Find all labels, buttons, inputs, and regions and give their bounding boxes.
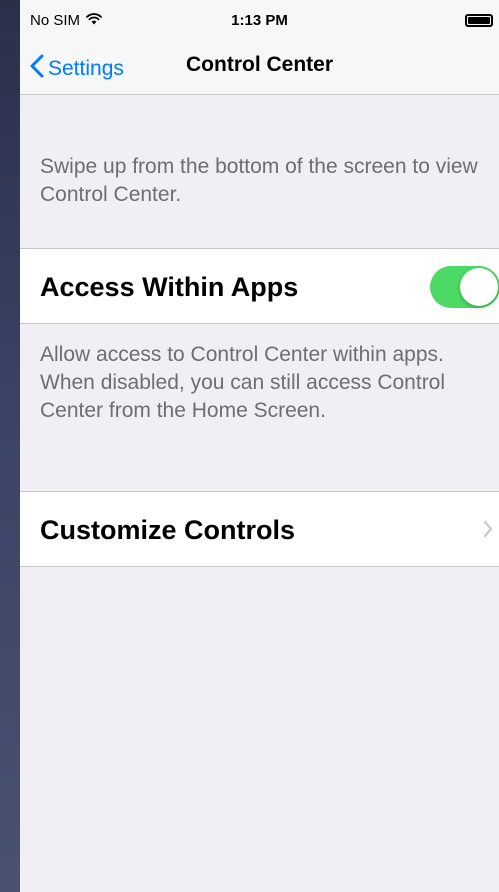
navigation-bar: Settings Control Center — [20, 44, 499, 95]
battery-icon — [465, 14, 493, 27]
customize-controls-label: Customize Controls — [40, 515, 296, 545]
page-title: Control Center — [186, 53, 333, 76]
customize-controls-cell[interactable]: Customize Controls — [20, 491, 499, 567]
status-bar: No SIM 1:13 PM — [20, 0, 499, 44]
access-description: Allow access to Control Center within ap… — [40, 343, 446, 422]
chevron-right-icon — [483, 492, 493, 566]
access-within-apps-label: Access Within Apps — [40, 272, 299, 302]
status-time: 1:13 PM — [231, 12, 288, 29]
access-within-apps-toggle[interactable] — [430, 266, 499, 308]
toggle-knob — [460, 268, 498, 306]
battery-fill — [468, 17, 490, 24]
access-within-apps-cell: Access Within Apps — [20, 248, 499, 324]
intro-text: Swipe up from the bottom of the screen t… — [40, 155, 478, 206]
phone-screen: No SIM 1:13 PM Settings Control Center S… — [20, 0, 499, 892]
back-button[interactable]: Settings — [30, 44, 124, 94]
chevron-left-icon — [30, 54, 44, 84]
back-button-label: Settings — [48, 57, 124, 80]
